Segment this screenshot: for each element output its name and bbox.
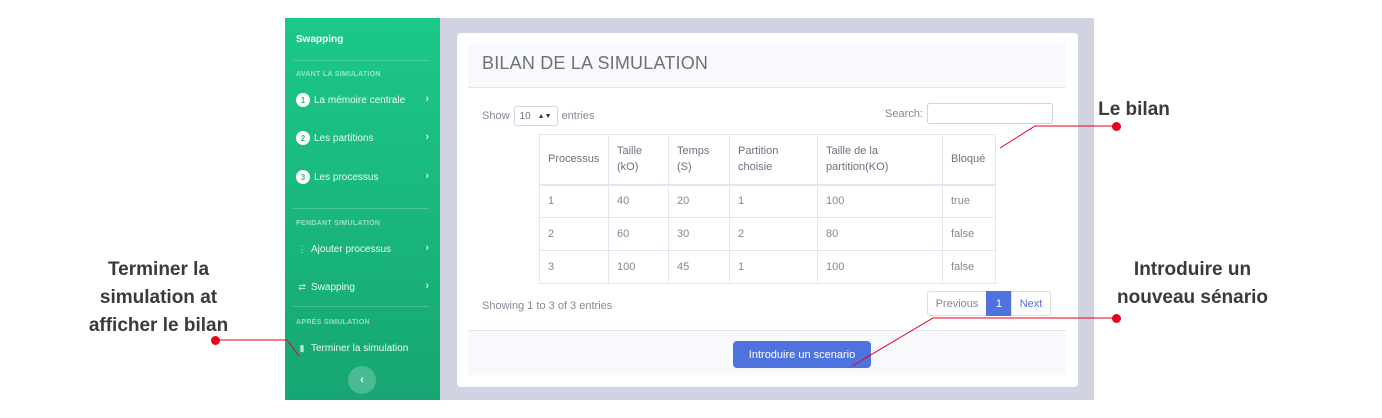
- annotation-bilan: Le bilan: [1098, 99, 1170, 120]
- annotation-terminer: Terminer la simulation at afficher le bi…: [88, 259, 229, 336]
- annotation-line-introduire: [851, 317, 1116, 367]
- annotation-line-terminer: [216, 339, 300, 357]
- annotation-lines: [216, 125, 1116, 367]
- annotation-dot: [1112, 314, 1121, 323]
- annotation-line-bilan: [999, 125, 1116, 149]
- annotation-introduire: Introduire un nouveau sénario: [1117, 259, 1268, 308]
